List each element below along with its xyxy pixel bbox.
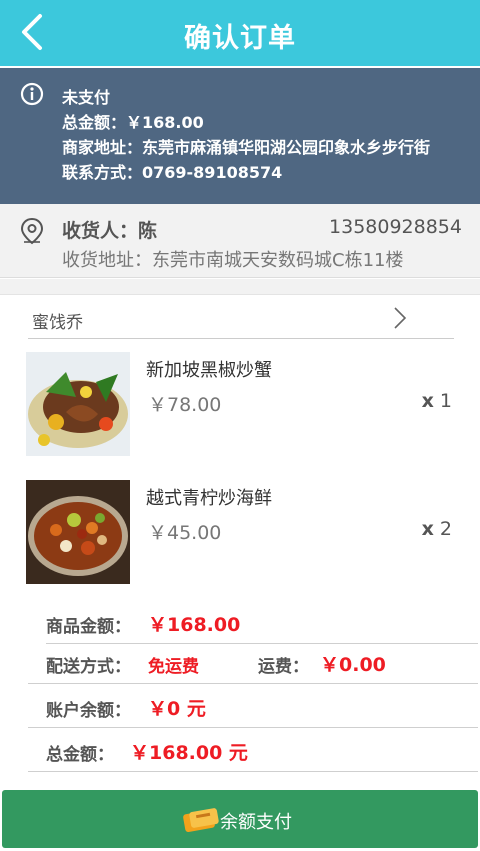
total-value: ￥168.00 元: [130, 742, 248, 764]
order-item[interactable]: 新加坡黑椒炒蟹 ￥78.00 x1: [0, 352, 480, 462]
goods-amount-row: 商品金额： ￥168.00: [46, 600, 478, 644]
order-total: 总金额：￥168.00: [62, 113, 204, 132]
item-name: 新加坡黑椒炒蟹: [146, 360, 272, 381]
item-price: ￥78.00: [148, 394, 222, 416]
total-row: 总金额： ￥168.00 元: [28, 728, 478, 772]
goods-amount-label: 商品金额：: [46, 617, 131, 637]
info-icon: [20, 82, 44, 106]
delivery-label: 配送方式：: [46, 657, 131, 677]
goods-amount-value: ￥168.00: [148, 614, 241, 636]
delivery-row: 配送方式： 免运费 运费： ￥0.00: [28, 640, 478, 684]
order-status: 未支付: [62, 88, 111, 107]
page-title: 确认订单: [184, 23, 296, 54]
shop-name: 蜜饯乔: [32, 313, 83, 333]
merchant-contact: 联系方式：0769-89108574: [62, 163, 283, 182]
order-item[interactable]: 越式青柠炒海鲜 ￥45.00 x2: [0, 480, 480, 590]
wallet-card-icon: [183, 808, 219, 832]
freight-value: ￥0.00: [320, 654, 386, 676]
order-info-panel: 未支付 总金额：￥168.00 商家地址：东莞市麻涌镇华阳湖公园印象水乡步行街 …: [0, 68, 480, 204]
item-quantity: x1: [421, 390, 452, 412]
balance-label: 账户余额：: [46, 701, 131, 721]
receiver-panel[interactable]: 收货人：陈 13580928854 收货地址：东莞市南城天安数码城C栋11楼: [0, 204, 480, 278]
dish-photo: [26, 480, 130, 584]
chevron-right-icon: [394, 307, 407, 329]
balance-row: 账户余额： ￥0 元: [28, 684, 478, 728]
location-pin-icon: [20, 217, 44, 245]
balance-pay-button[interactable]: 余额支付: [2, 790, 478, 848]
balance-value: ￥0 元: [148, 698, 206, 720]
receiver-address: 收货地址：东莞市南城天安数码城C栋11楼: [62, 250, 404, 271]
receiver-phone: 13580928854: [329, 216, 462, 238]
item-price: ￥45.00: [148, 522, 222, 544]
freight-label: 运费：: [258, 657, 309, 677]
item-name: 越式青柠炒海鲜: [146, 488, 272, 509]
shop-row[interactable]: 蜜饯乔: [28, 297, 454, 339]
dish-photo: [26, 352, 130, 456]
header-bar: 确认订单: [0, 0, 480, 66]
item-quantity: x2: [421, 518, 452, 540]
total-label: 总金额：: [46, 745, 114, 765]
receiver-name: 收货人：陈: [62, 220, 158, 242]
delivery-value: 免运费: [148, 657, 199, 677]
section-divider: [0, 279, 480, 295]
pay-button-label: 余额支付: [220, 812, 292, 833]
merchant-address: 商家地址：东莞市麻涌镇华阳湖公园印象水乡步行街: [62, 138, 431, 157]
